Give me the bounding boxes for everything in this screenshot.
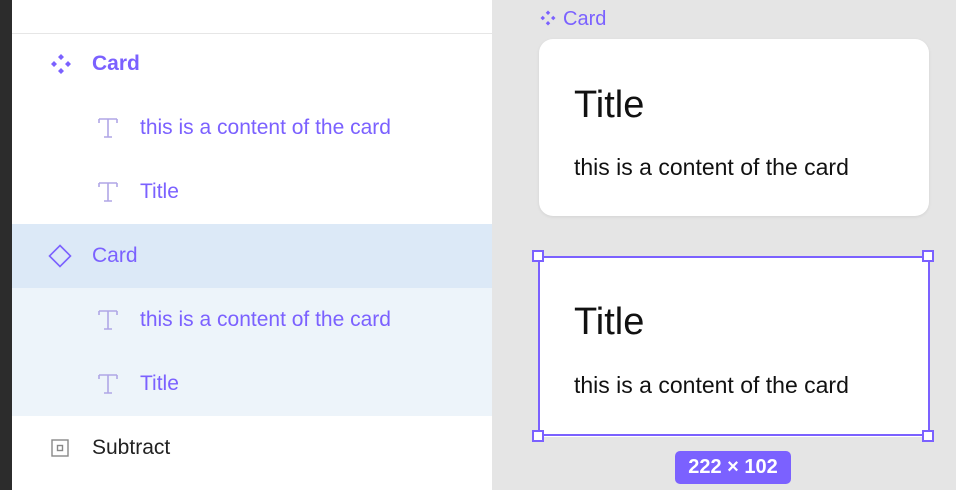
- layer-label: Title: [140, 180, 179, 203]
- boolean-subtract-icon: [48, 436, 72, 460]
- component-set-icon: [49, 52, 73, 76]
- resize-handle-top-right[interactable]: [922, 250, 934, 262]
- resize-handle-bottom-right[interactable]: [922, 430, 934, 442]
- component-name: Card: [563, 8, 607, 30]
- component-set-icon: [540, 10, 556, 26]
- layer-label: this is a content of the card: [140, 308, 391, 331]
- layer-row-text-title[interactable]: Title: [12, 160, 492, 224]
- component-frame-label[interactable]: Card: [539, 8, 606, 31]
- instance-icon: [48, 244, 72, 268]
- card-content: this is a content of the card: [574, 154, 849, 180]
- card-title: Title: [574, 84, 645, 126]
- layer-row-text-title[interactable]: Title: [12, 352, 492, 416]
- selection-size-badge: 222 × 102: [675, 451, 791, 484]
- layer-row-card-component[interactable]: Card: [12, 32, 492, 96]
- resize-handle-bottom-left[interactable]: [532, 430, 544, 442]
- selection-outline: [538, 256, 930, 436]
- layer-row-subtract[interactable]: Subtract: [12, 416, 492, 480]
- design-canvas[interactable]: Card Title this is a content of the card…: [492, 0, 956, 490]
- layer-label: Subtract: [92, 436, 171, 459]
- main-component-card[interactable]: Title this is a content of the card: [539, 39, 929, 216]
- layer-row-text-content[interactable]: this is a content of the card: [12, 96, 492, 160]
- layer-label: Title: [140, 372, 179, 395]
- layers-panel: Card this is a content of the card Title…: [12, 0, 492, 490]
- text-layer-icon: [96, 180, 120, 204]
- layer-row-text-content[interactable]: this is a content of the card: [12, 288, 492, 352]
- layer-label: this is a content of the card: [140, 116, 391, 139]
- text-layer-icon: [96, 372, 120, 396]
- text-layer-icon: [96, 116, 120, 140]
- layer-row-card-instance[interactable]: Card: [12, 224, 492, 288]
- layer-label: Card: [92, 244, 138, 267]
- resize-handle-top-left[interactable]: [532, 250, 544, 262]
- layers-panel-header: [12, 0, 492, 34]
- layer-label: Card: [92, 52, 140, 75]
- left-edge-strip: [0, 0, 12, 490]
- text-layer-icon: [96, 308, 120, 332]
